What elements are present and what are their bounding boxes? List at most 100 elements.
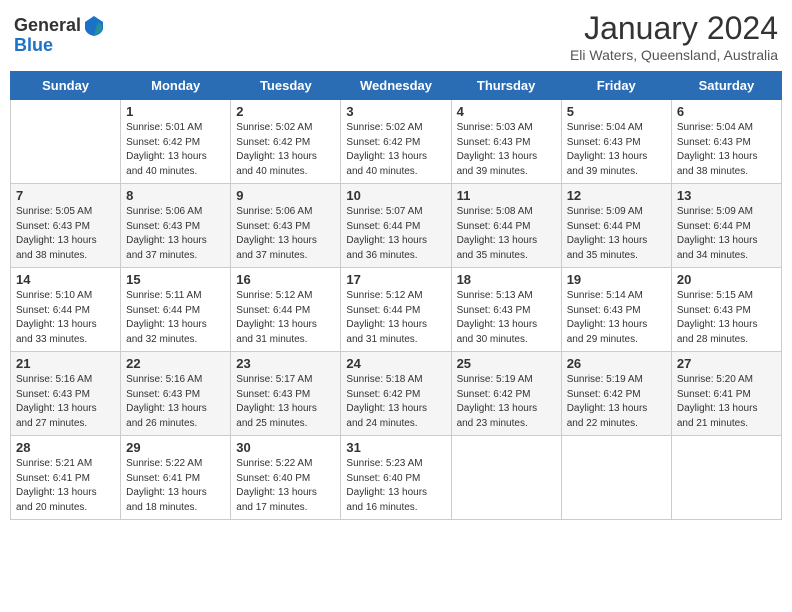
day-number: 12 — [567, 188, 666, 203]
page-header: General Blue January 2024 Eli Waters, Qu… — [10, 10, 782, 63]
day-info: Sunrise: 5:17 AM Sunset: 6:43 PM Dayligh… — [236, 373, 335, 431]
day-info: Sunrise: 5:19 AM Sunset: 6:42 PM Dayligh… — [457, 373, 556, 431]
day-info: Sunrise: 5:15 AM Sunset: 6:43 PM Dayligh… — [677, 289, 776, 347]
calendar-cell: 31 Sunrise: 5:23 AM Sunset: 6:40 PM Dayli… — [341, 436, 451, 520]
day-number: 31 — [346, 440, 445, 455]
calendar-cell: 7 Sunrise: 5:05 AM Sunset: 6:43 PM Daylig… — [11, 184, 121, 268]
day-info: Sunrise: 5:09 AM Sunset: 6:44 PM Dayligh… — [567, 205, 666, 263]
calendar-cell: 10Sunrise: 5:07 AM Sunset: 6:44 PM Dayli… — [341, 184, 451, 268]
calendar-cell — [671, 436, 781, 520]
day-info: Sunrise: 5:22 AM Sunset: 6:41 PM Dayligh… — [126, 457, 225, 515]
day-number: 17 — [346, 272, 445, 287]
day-number: 21 — [16, 356, 115, 371]
day-number: 22 — [126, 356, 225, 371]
day-info: Sunrise: 5:06 AM Sunset: 6:43 PM Dayligh… — [126, 205, 225, 263]
title-area: January 2024 Eli Waters, Queensland, Aus… — [570, 10, 778, 63]
day-number: 7 — [16, 188, 115, 203]
day-number: 20 — [677, 272, 776, 287]
calendar-cell: 16Sunrise: 5:12 AM Sunset: 6:44 PM Dayli… — [231, 268, 341, 352]
day-info: Sunrise: 5:02 AM Sunset: 6:42 PM Dayligh… — [346, 121, 445, 179]
calendar-cell: 9 Sunrise: 5:06 AM Sunset: 6:43 PM Daylig… — [231, 184, 341, 268]
day-number: 15 — [126, 272, 225, 287]
column-header-friday: Friday — [561, 72, 671, 100]
day-number: 28 — [16, 440, 115, 455]
day-info: Sunrise: 5:14 AM Sunset: 6:43 PM Dayligh… — [567, 289, 666, 347]
calendar-cell: 3Sunrise: 5:02 AM Sunset: 6:42 PM Daylig… — [341, 100, 451, 184]
calendar-cell: 1 Sunrise: 5:01 AM Sunset: 6:42 PM Daylig… — [121, 100, 231, 184]
calendar-week-row: 28 Sunrise: 5:21 AM Sunset: 6:41 PM Dayli… — [11, 436, 782, 520]
day-number: 8 — [126, 188, 225, 203]
day-number: 16 — [236, 272, 335, 287]
day-info: Sunrise: 5:04 AM Sunset: 6:43 PM Dayligh… — [567, 121, 666, 179]
calendar-cell: 24Sunrise: 5:18 AM Sunset: 6:42 PM Dayli… — [341, 352, 451, 436]
calendar-cell: 4 Sunrise: 5:03 AM Sunset: 6:43 PM Daylig… — [451, 100, 561, 184]
day-number: 14 — [16, 272, 115, 287]
calendar-table: SundayMondayTuesdayWednesdayThursdayFrid… — [10, 71, 782, 520]
day-number: 10 — [346, 188, 445, 203]
day-number: 1 — [126, 104, 225, 119]
day-number: 9 — [236, 188, 335, 203]
day-info: Sunrise: 5:08 AM Sunset: 6:44 PM Dayligh… — [457, 205, 556, 263]
day-info: Sunrise: 5:12 AM Sunset: 6:44 PM Dayligh… — [346, 289, 445, 347]
day-number: 23 — [236, 356, 335, 371]
calendar-cell: 27Sunrise: 5:20 AM Sunset: 6:41 PM Dayli… — [671, 352, 781, 436]
day-number: 11 — [457, 188, 556, 203]
month-title: January 2024 — [570, 10, 778, 47]
logo-text-general: General — [14, 16, 81, 34]
day-info: Sunrise: 5:04 AM Sunset: 6:43 PM Dayligh… — [677, 121, 776, 179]
day-info: Sunrise: 5:11 AM Sunset: 6:44 PM Dayligh… — [126, 289, 225, 347]
day-info: Sunrise: 5:21 AM Sunset: 6:41 PM Dayligh… — [16, 457, 115, 515]
day-number: 2 — [236, 104, 335, 119]
calendar-cell: 23 Sunrise: 5:17 AM Sunset: 6:43 PM Dayli… — [231, 352, 341, 436]
calendar-header-row: SundayMondayTuesdayWednesdayThursdayFrid… — [11, 72, 782, 100]
day-info: Sunrise: 5:05 AM Sunset: 6:43 PM Dayligh… — [16, 205, 115, 263]
calendar-cell: 19 Sunrise: 5:14 AM Sunset: 6:43 PM Dayli… — [561, 268, 671, 352]
day-number: 19 — [567, 272, 666, 287]
calendar-cell: 18 Sunrise: 5:13 AM Sunset: 6:43 PM Dayli… — [451, 268, 561, 352]
calendar-cell: 22Sunrise: 5:16 AM Sunset: 6:43 PM Dayli… — [121, 352, 231, 436]
day-number: 6 — [677, 104, 776, 119]
calendar-cell: 13 Sunrise: 5:09 AM Sunset: 6:44 PM Dayli… — [671, 184, 781, 268]
calendar-cell — [11, 100, 121, 184]
column-header-wednesday: Wednesday — [341, 72, 451, 100]
day-number: 18 — [457, 272, 556, 287]
calendar-week-row: 7 Sunrise: 5:05 AM Sunset: 6:43 PM Daylig… — [11, 184, 782, 268]
calendar-cell: 17 Sunrise: 5:12 AM Sunset: 6:44 PM Dayli… — [341, 268, 451, 352]
column-header-monday: Monday — [121, 72, 231, 100]
calendar-cell: 20 Sunrise: 5:15 AM Sunset: 6:43 PM Dayli… — [671, 268, 781, 352]
day-number: 29 — [126, 440, 225, 455]
day-number: 4 — [457, 104, 556, 119]
calendar-cell: 29 Sunrise: 5:22 AM Sunset: 6:41 PM Dayli… — [121, 436, 231, 520]
calendar-cell: 15 Sunrise: 5:11 AM Sunset: 6:44 PM Dayli… — [121, 268, 231, 352]
day-number: 26 — [567, 356, 666, 371]
calendar-cell: 21 Sunrise: 5:16 AM Sunset: 6:43 PM Dayli… — [11, 352, 121, 436]
day-info: Sunrise: 5:03 AM Sunset: 6:43 PM Dayligh… — [457, 121, 556, 179]
day-info: Sunrise: 5:10 AM Sunset: 6:44 PM Dayligh… — [16, 289, 115, 347]
day-info: Sunrise: 5:13 AM Sunset: 6:43 PM Dayligh… — [457, 289, 556, 347]
calendar-cell: 2Sunrise: 5:02 AM Sunset: 6:42 PM Daylig… — [231, 100, 341, 184]
day-info: Sunrise: 5:16 AM Sunset: 6:43 PM Dayligh… — [16, 373, 115, 431]
day-info: Sunrise: 5:01 AM Sunset: 6:42 PM Dayligh… — [126, 121, 225, 179]
calendar-cell: 26 Sunrise: 5:19 AM Sunset: 6:42 PM Dayli… — [561, 352, 671, 436]
day-info: Sunrise: 5:19 AM Sunset: 6:42 PM Dayligh… — [567, 373, 666, 431]
day-number: 25 — [457, 356, 556, 371]
day-info: Sunrise: 5:18 AM Sunset: 6:42 PM Dayligh… — [346, 373, 445, 431]
day-info: Sunrise: 5:20 AM Sunset: 6:41 PM Dayligh… — [677, 373, 776, 431]
day-number: 13 — [677, 188, 776, 203]
calendar-cell: 6 Sunrise: 5:04 AM Sunset: 6:43 PM Daylig… — [671, 100, 781, 184]
logo: General Blue — [14, 14, 105, 56]
day-info: Sunrise: 5:23 AM Sunset: 6:40 PM Dayligh… — [346, 457, 445, 515]
column-header-thursday: Thursday — [451, 72, 561, 100]
calendar-cell: 25 Sunrise: 5:19 AM Sunset: 6:42 PM Dayli… — [451, 352, 561, 436]
calendar-cell: 14 Sunrise: 5:10 AM Sunset: 6:44 PM Dayli… — [11, 268, 121, 352]
column-header-tuesday: Tuesday — [231, 72, 341, 100]
logo-icon — [83, 14, 105, 36]
calendar-cell — [561, 436, 671, 520]
calendar-week-row: 14 Sunrise: 5:10 AM Sunset: 6:44 PM Dayli… — [11, 268, 782, 352]
day-number: 30 — [236, 440, 335, 455]
day-info: Sunrise: 5:06 AM Sunset: 6:43 PM Dayligh… — [236, 205, 335, 263]
day-info: Sunrise: 5:09 AM Sunset: 6:44 PM Dayligh… — [677, 205, 776, 263]
day-info: Sunrise: 5:22 AM Sunset: 6:40 PM Dayligh… — [236, 457, 335, 515]
calendar-cell: 5Sunrise: 5:04 AM Sunset: 6:43 PM Daylig… — [561, 100, 671, 184]
calendar-cell: 28 Sunrise: 5:21 AM Sunset: 6:41 PM Dayli… — [11, 436, 121, 520]
